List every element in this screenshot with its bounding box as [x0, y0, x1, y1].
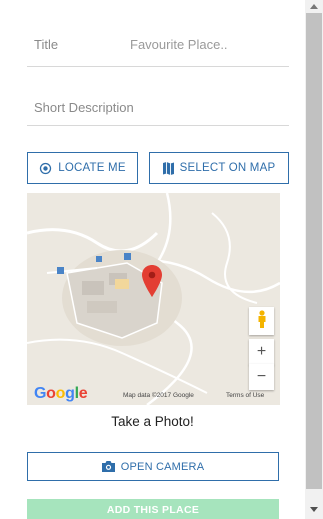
open-camera-button[interactable]: OPEN CAMERA	[27, 452, 279, 481]
pegman-button[interactable]	[249, 307, 274, 335]
zoom-out-button[interactable]: −	[249, 364, 274, 390]
short-description-field[interactable]: Short Description	[27, 86, 289, 126]
camera-icon	[101, 461, 115, 472]
add-this-place-button[interactable]: ADD THIS PLACE	[27, 499, 279, 519]
title-input[interactable]: Favourite Place..	[130, 37, 228, 52]
map-terms-link[interactable]: Terms of Use	[226, 392, 264, 399]
locate-me-button[interactable]: LOCATE ME	[27, 152, 138, 184]
map-icon	[162, 161, 174, 175]
short-description-input[interactable]: Short Description	[34, 100, 134, 115]
select-on-map-button[interactable]: SELECT ON MAP	[149, 152, 289, 184]
title-field[interactable]: Title Favourite Place..	[27, 24, 289, 67]
locate-me-label: LOCATE ME	[58, 162, 126, 174]
open-camera-label: OPEN CAMERA	[120, 460, 205, 473]
form-panel: Title Favourite Place.. Short Descriptio…	[0, 0, 305, 519]
zoom-in-button[interactable]: +	[249, 339, 274, 365]
google-logo-letter: e	[78, 385, 88, 402]
google-logo-letter: o	[46, 385, 56, 402]
map-view[interactable]	[27, 193, 280, 405]
map-tiles	[27, 193, 280, 405]
google-logo-letter: G	[34, 385, 47, 402]
map-marker-icon[interactable]	[142, 265, 162, 297]
google-logo-letter: g	[65, 385, 75, 402]
take-photo-heading: Take a Photo!	[111, 414, 194, 429]
scroll-up-arrow-icon[interactable]	[305, 0, 323, 12]
google-logo-letter: o	[55, 385, 66, 402]
pegman-icon	[257, 309, 267, 333]
title-label: Title	[34, 37, 59, 52]
map-data-attribution: Map data ©2017 Google	[123, 392, 194, 399]
google-logo: Google	[34, 385, 88, 403]
scrollbar-thumb[interactable]	[306, 13, 322, 489]
locate-icon	[39, 162, 52, 175]
scroll-down-arrow-icon[interactable]	[305, 500, 323, 519]
select-on-map-label: SELECT ON MAP	[179, 162, 276, 174]
